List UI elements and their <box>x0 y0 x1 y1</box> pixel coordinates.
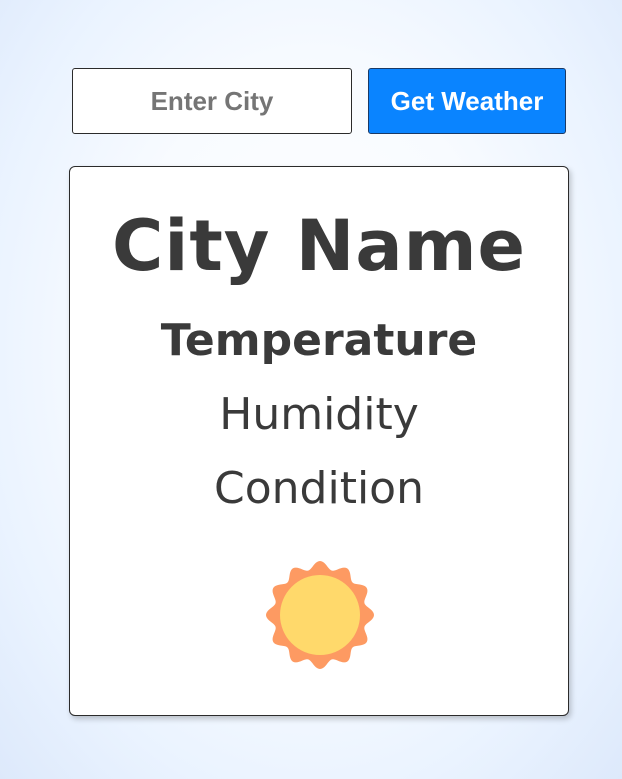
sun-icon <box>266 561 374 669</box>
city-search-input[interactable] <box>72 68 352 134</box>
get-weather-button[interactable]: Get Weather <box>368 68 566 134</box>
city-name: City Name <box>111 205 527 287</box>
sun-core <box>280 575 360 655</box>
condition-label: Condition <box>214 463 424 514</box>
humidity-label: Humidity <box>219 389 419 440</box>
weather-card: City Name Temperature Humidity Condition <box>69 166 569 716</box>
temperature-label: Temperature <box>160 315 478 366</box>
